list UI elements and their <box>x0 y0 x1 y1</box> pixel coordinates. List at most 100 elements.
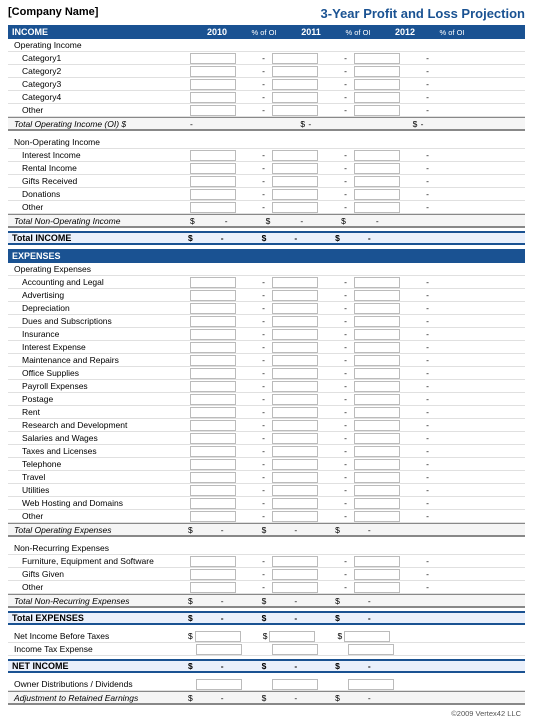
cell-yr1-input[interactable] <box>190 433 236 444</box>
cell-yr1-input[interactable] <box>190 459 236 470</box>
cell-yr2-input[interactable] <box>272 277 318 288</box>
cell-yr1-input[interactable] <box>190 290 236 301</box>
cell-yr2-input[interactable] <box>272 582 318 593</box>
cell-yr3-input[interactable] <box>354 316 400 327</box>
cell-yr2-input[interactable] <box>272 407 318 418</box>
cell-yr1-input[interactable] <box>190 66 236 77</box>
cell-yr2-input[interactable] <box>272 150 318 161</box>
cell-yr3-input[interactable] <box>354 498 400 509</box>
cell-yr2-input[interactable] <box>272 92 318 103</box>
cell-yr2-input[interactable] <box>272 342 318 353</box>
cell-yr3-input[interactable] <box>354 459 400 470</box>
net-before-taxes-yr2-input[interactable] <box>269 631 315 642</box>
cell-yr1-input[interactable] <box>190 150 236 161</box>
cell-yr3-input[interactable] <box>354 368 400 379</box>
cell-yr2-input[interactable] <box>272 290 318 301</box>
cell-yr1-input[interactable] <box>190 394 236 405</box>
cell-yr3-input[interactable] <box>354 163 400 174</box>
cell-yr2-input[interactable] <box>272 556 318 567</box>
cell-yr3-input[interactable] <box>354 446 400 457</box>
cell-yr3-input[interactable] <box>354 92 400 103</box>
cell-yr3-input[interactable] <box>354 407 400 418</box>
cell-yr3-input[interactable] <box>354 511 400 522</box>
tax-yr3-input[interactable] <box>348 644 394 655</box>
cell-yr1-input[interactable] <box>190 342 236 353</box>
cell-yr1-input[interactable] <box>190 202 236 213</box>
cell-yr3-input[interactable] <box>354 485 400 496</box>
cell-yr3-input[interactable] <box>354 105 400 116</box>
cell-yr2-input[interactable] <box>272 485 318 496</box>
cell-yr1-input[interactable] <box>190 485 236 496</box>
cell-yr2-input[interactable] <box>272 381 318 392</box>
cell-yr3-input[interactable] <box>354 420 400 431</box>
cell-yr2-input[interactable] <box>272 459 318 470</box>
cell-yr2-input[interactable] <box>272 569 318 580</box>
cell-yr3-input[interactable] <box>354 556 400 567</box>
cell-yr2-input[interactable] <box>272 189 318 200</box>
cell-yr1-input[interactable] <box>190 189 236 200</box>
dist-yr3-input[interactable] <box>348 679 394 690</box>
cell-yr1-input[interactable] <box>190 420 236 431</box>
cell-yr1-input[interactable] <box>190 569 236 580</box>
cell-yr2-input[interactable] <box>272 303 318 314</box>
cell-yr2-input[interactable] <box>272 511 318 522</box>
cell-yr1-input[interactable] <box>190 407 236 418</box>
cell-yr3-input[interactable] <box>354 176 400 187</box>
cell-yr3-input[interactable] <box>354 394 400 405</box>
cell-yr3-input[interactable] <box>354 342 400 353</box>
cell-yr2-input[interactable] <box>272 176 318 187</box>
cell-yr1-input[interactable] <box>190 582 236 593</box>
cell-yr2-input[interactable] <box>272 202 318 213</box>
cell-yr2-input[interactable] <box>272 472 318 483</box>
cell-yr1-input[interactable] <box>190 176 236 187</box>
cell-yr1-input[interactable] <box>190 316 236 327</box>
dist-yr1-input[interactable] <box>196 679 242 690</box>
cell-yr1-input[interactable] <box>190 368 236 379</box>
cell-yr3-input[interactable] <box>354 66 400 77</box>
cell-yr3-input[interactable] <box>354 303 400 314</box>
cell-yr3-input[interactable] <box>354 150 400 161</box>
cell-yr2-input[interactable] <box>272 368 318 379</box>
cell-yr1-input[interactable] <box>190 329 236 340</box>
tax-yr2-input[interactable] <box>272 644 318 655</box>
tax-yr1-input[interactable] <box>196 644 242 655</box>
cell-yr1-input[interactable] <box>190 511 236 522</box>
cell-yr3-input[interactable] <box>354 277 400 288</box>
cell-yr1-input[interactable] <box>190 92 236 103</box>
cell-yr2-input[interactable] <box>272 329 318 340</box>
cell-yr1-input[interactable] <box>190 79 236 90</box>
cell-yr2-input[interactable] <box>272 53 318 64</box>
cell-yr3-input[interactable] <box>354 433 400 444</box>
cell-yr2-input[interactable] <box>272 420 318 431</box>
cell-yr1-input[interactable] <box>190 105 236 116</box>
cell-yr2-input[interactable] <box>272 355 318 366</box>
cell-yr3-input[interactable] <box>354 53 400 64</box>
cell-yr3-input[interactable] <box>354 569 400 580</box>
cell-yr1-input[interactable] <box>190 381 236 392</box>
cell-yr2-input[interactable] <box>272 79 318 90</box>
cell-yr1-input[interactable] <box>190 355 236 366</box>
cell-yr1-input[interactable] <box>190 163 236 174</box>
cell-yr1-input[interactable] <box>190 303 236 314</box>
net-before-taxes-yr3-input[interactable] <box>344 631 390 642</box>
cell-yr3-input[interactable] <box>354 202 400 213</box>
cell-yr1-input[interactable] <box>190 472 236 483</box>
cell-yr3-input[interactable] <box>354 189 400 200</box>
cell-yr3-input[interactable] <box>354 79 400 90</box>
cell-yr2-input[interactable] <box>272 163 318 174</box>
cell-yr3-input[interactable] <box>354 381 400 392</box>
net-before-taxes-yr1-input[interactable] <box>195 631 241 642</box>
dist-yr2-input[interactable] <box>272 679 318 690</box>
cell-yr2-input[interactable] <box>272 394 318 405</box>
cell-yr2-input[interactable] <box>272 105 318 116</box>
cell-yr3-input[interactable] <box>354 582 400 593</box>
cell-yr1-input[interactable] <box>190 53 236 64</box>
cell-yr3-input[interactable] <box>354 329 400 340</box>
cell-yr2-input[interactable] <box>272 316 318 327</box>
cell-yr1-input[interactable] <box>190 277 236 288</box>
cell-yr3-input[interactable] <box>354 290 400 301</box>
cell-yr2-input[interactable] <box>272 498 318 509</box>
cell-yr1-input[interactable] <box>190 498 236 509</box>
cell-yr3-input[interactable] <box>354 472 400 483</box>
cell-yr2-input[interactable] <box>272 446 318 457</box>
